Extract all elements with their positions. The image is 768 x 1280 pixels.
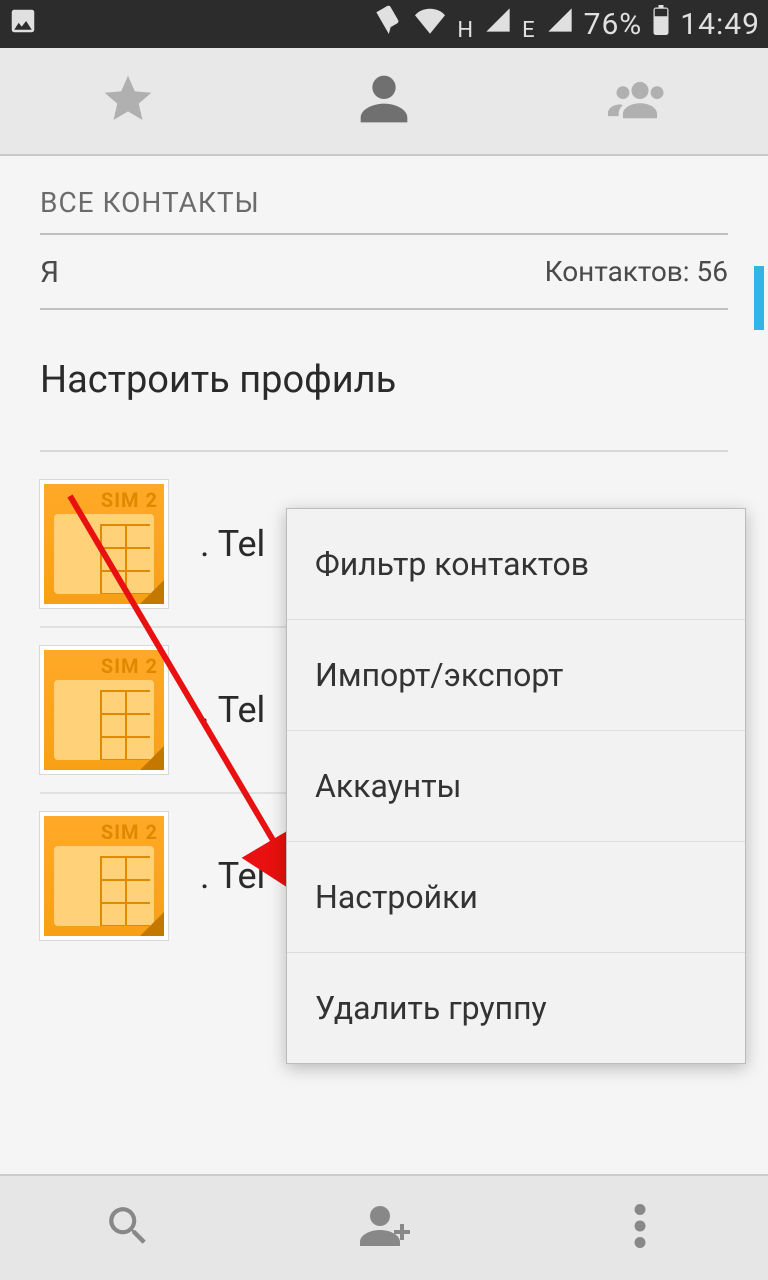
tab-groups[interactable]	[512, 48, 768, 154]
contact-name: . Tel	[200, 855, 265, 897]
sim-card-icon: SIM 2	[40, 646, 168, 774]
contact-name: . Tel	[200, 689, 265, 731]
search-button[interactable]	[0, 1176, 256, 1280]
signal-e-label: E	[522, 18, 536, 43]
tab-favorites[interactable]	[0, 48, 256, 154]
kebab-icon	[634, 1204, 646, 1252]
section-header: ВСЕ КОНТАКТЫ	[40, 156, 728, 235]
overflow-button[interactable]	[512, 1176, 768, 1280]
menu-delete-group[interactable]: Удалить группу	[287, 953, 745, 1063]
sim-card-icon: SIM 2	[40, 812, 168, 940]
setup-profile[interactable]: Настроить профиль	[40, 310, 728, 452]
signal-2-icon	[546, 6, 574, 42]
battery-icon	[652, 5, 670, 43]
scroll-indicator[interactable]	[754, 266, 764, 330]
contact-name: . Tel	[200, 523, 265, 565]
menu-accounts[interactable]: Аккаунты	[287, 731, 745, 842]
menu-filter-contacts[interactable]: Фильтр контактов	[287, 509, 745, 620]
me-label: Я	[40, 255, 59, 290]
overflow-menu: Фильтр контактов Импорт/экспорт Аккаунты…	[286, 508, 746, 1064]
wifi-icon	[413, 5, 447, 43]
signal-1-icon	[484, 6, 512, 42]
menu-import-export[interactable]: Импорт/экспорт	[287, 620, 745, 731]
content-area: ВСЕ КОНТАКТЫ Я Контактов: 56 Настроить п…	[0, 156, 768, 1174]
group-icon	[608, 71, 672, 131]
bottom-bar	[0, 1174, 768, 1280]
sim-card-icon: SIM 2	[40, 480, 168, 608]
contacts-count: Контактов: 56	[545, 255, 728, 290]
star-icon	[100, 71, 156, 131]
picture-icon	[8, 6, 38, 43]
add-contact-button[interactable]	[256, 1176, 512, 1280]
me-row: Я Контактов: 56	[40, 235, 728, 310]
search-icon	[103, 1201, 153, 1255]
tab-bar	[0, 48, 768, 156]
person-icon	[356, 71, 412, 131]
vibrate-icon	[373, 5, 403, 43]
add-person-icon	[356, 1198, 412, 1258]
battery-percent: 76%	[584, 7, 643, 42]
tab-contacts[interactable]	[256, 48, 512, 154]
signal-h-label: H	[457, 18, 474, 43]
clock: 14:49	[680, 7, 760, 42]
status-bar: H E 76% 14:49	[0, 0, 768, 48]
menu-settings[interactable]: Настройки	[287, 842, 745, 953]
